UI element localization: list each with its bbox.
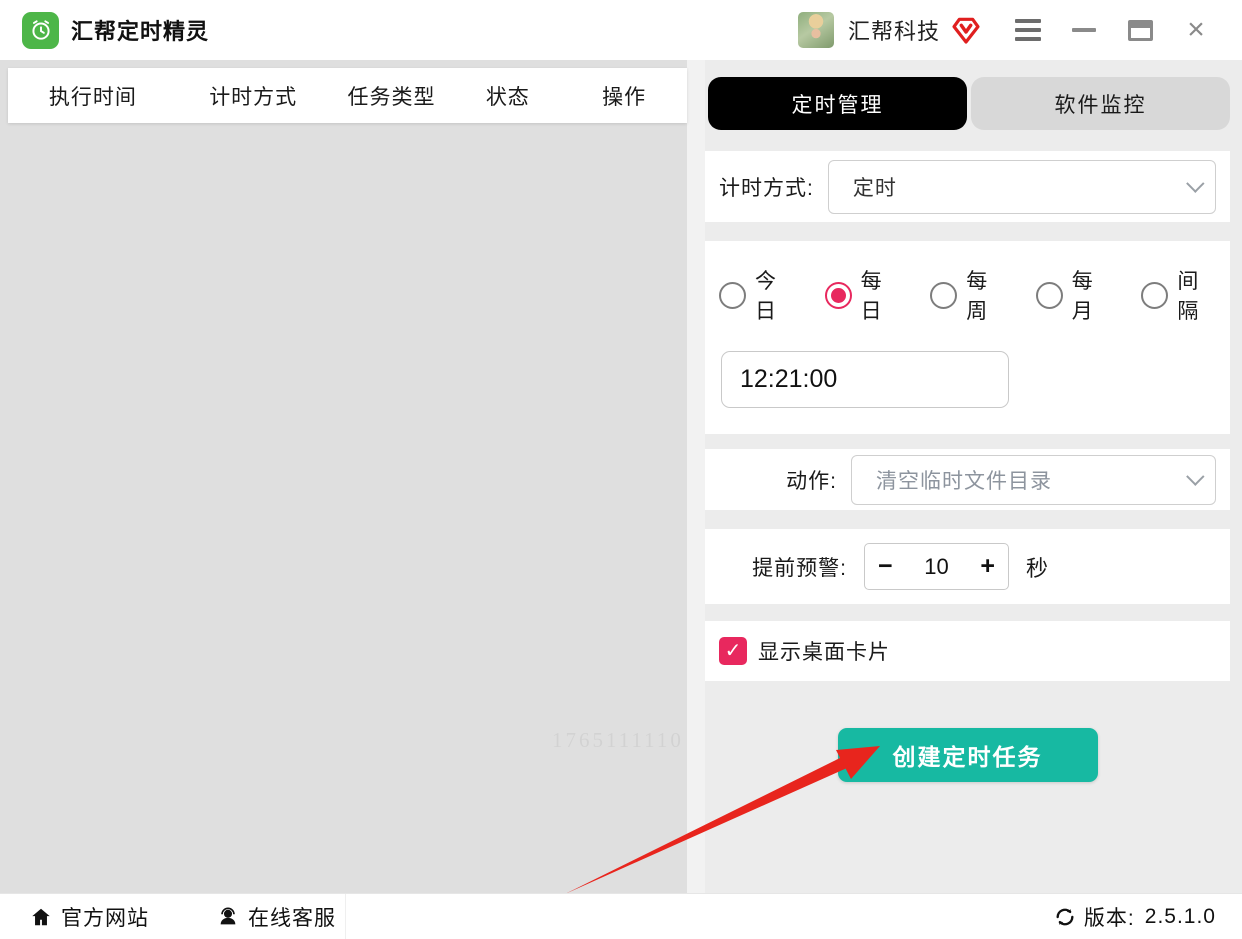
radio-monthly-label: 每月: [1072, 265, 1115, 325]
time-input[interactable]: [721, 351, 1009, 408]
radio-interval[interactable]: 间隔: [1141, 265, 1220, 325]
column-task-type: 任务类型: [329, 81, 455, 111]
timing-mode-card: 计时方式: 定时: [705, 151, 1230, 222]
user-avatar[interactable]: [798, 12, 834, 48]
refresh-icon[interactable]: [1054, 906, 1076, 928]
timing-mode-value: 定时: [853, 172, 897, 202]
main-area: 执行时间 计时方式 任务类型 状态 操作 1765111110 定时管理 软件监…: [0, 60, 1242, 893]
maximize-icon: [1128, 20, 1153, 41]
warning-stepper: − 10 +: [864, 543, 1009, 590]
task-list-panel: 执行时间 计时方式 任务类型 状态 操作 1765111110: [0, 60, 687, 893]
app-title: 汇帮定时精灵: [71, 14, 209, 46]
warning-unit: 秒: [1026, 551, 1048, 583]
radio-circle-icon: [825, 282, 852, 309]
tab-timer-management[interactable]: 定时管理: [708, 77, 967, 130]
official-site-label: 官方网站: [61, 902, 149, 932]
column-exec-time: 执行时间: [8, 81, 178, 111]
radio-circle-icon: [930, 282, 957, 309]
warning-card: 提前预警: − 10 + 秒: [705, 529, 1230, 604]
checkmark-icon: ✓: [725, 641, 742, 661]
schedule-radio-group: 今日 每日 每周 每月 间隔: [719, 265, 1220, 325]
radio-weekly-label: 每周: [966, 265, 1009, 325]
timing-mode-select[interactable]: 定时: [828, 160, 1216, 214]
chevron-down-icon: [1186, 467, 1204, 485]
radio-circle-icon: [719, 282, 746, 309]
increment-button[interactable]: +: [980, 554, 995, 579]
warning-value: 10: [924, 554, 948, 580]
close-button[interactable]: ×: [1168, 8, 1224, 52]
action-value: 清空临时文件目录: [876, 465, 1052, 495]
menu-button[interactable]: [1000, 8, 1056, 52]
create-task-button[interactable]: 创建定时任务: [838, 728, 1098, 782]
footer-divider: [345, 894, 346, 939]
app-logo-icon: [22, 12, 59, 49]
radio-daily[interactable]: 每日: [825, 265, 904, 325]
panel-divider: [687, 60, 705, 893]
radio-daily-label: 每日: [861, 265, 904, 325]
maximize-button[interactable]: [1112, 8, 1168, 52]
tab-bar: 定时管理 软件监控: [708, 77, 1230, 130]
radio-circle-icon: [1141, 282, 1168, 309]
account-name: 汇帮科技: [848, 14, 940, 46]
vip-badge-icon: [950, 14, 982, 46]
show-desktop-card-label: 显示桌面卡片: [758, 636, 890, 666]
hamburger-icon: [1015, 19, 1041, 41]
radio-monthly[interactable]: 每月: [1036, 265, 1115, 325]
radio-today[interactable]: 今日: [719, 265, 798, 325]
column-status: 状态: [454, 81, 561, 111]
title-bar: 汇帮定时精灵 汇帮科技 ×: [0, 0, 1242, 60]
version-label: 版本:: [1084, 902, 1135, 932]
column-timing-mode: 计时方式: [178, 81, 329, 111]
watermark-text: 1765111110: [552, 728, 684, 753]
radio-weekly[interactable]: 每周: [930, 265, 1009, 325]
version-info: 版本: 2.5.1.0: [1054, 902, 1216, 932]
home-icon: [30, 906, 52, 928]
version-value: 2.5.1.0: [1145, 905, 1216, 929]
column-actions: 操作: [561, 81, 687, 111]
close-icon: ×: [1187, 15, 1205, 45]
tab-software-monitor[interactable]: 软件监控: [971, 77, 1230, 130]
chevron-down-icon: [1186, 174, 1204, 192]
online-support-link[interactable]: 在线客服: [217, 902, 336, 932]
support-agent-icon: [217, 906, 239, 928]
minimize-icon: [1072, 28, 1096, 32]
bottom-bar: 官方网站 在线客服 版本: 2.5.1.0: [0, 893, 1242, 939]
desktop-card-row: ✓ 显示桌面卡片: [705, 621, 1230, 681]
radio-interval-label: 间隔: [1177, 265, 1220, 325]
timing-mode-label: 计时方式:: [719, 172, 814, 202]
minimize-button[interactable]: [1056, 8, 1112, 52]
warning-label: 提前预警:: [719, 552, 847, 582]
task-table-header: 执行时间 计时方式 任务类型 状态 操作: [8, 68, 687, 123]
action-label: 动作:: [719, 465, 837, 495]
official-site-link[interactable]: 官方网站: [30, 902, 149, 932]
settings-panel: 定时管理 软件监控 计时方式: 定时 今日 每日: [705, 60, 1242, 893]
action-select[interactable]: 清空临时文件目录: [851, 455, 1216, 505]
show-desktop-card-checkbox[interactable]: ✓: [719, 637, 747, 665]
online-support-label: 在线客服: [248, 902, 336, 932]
action-card: 动作: 清空临时文件目录: [705, 449, 1230, 510]
decrement-button[interactable]: −: [878, 554, 893, 579]
schedule-card: 今日 每日 每周 每月 间隔: [705, 241, 1230, 434]
radio-circle-icon: [1036, 282, 1063, 309]
radio-today-label: 今日: [755, 265, 798, 325]
